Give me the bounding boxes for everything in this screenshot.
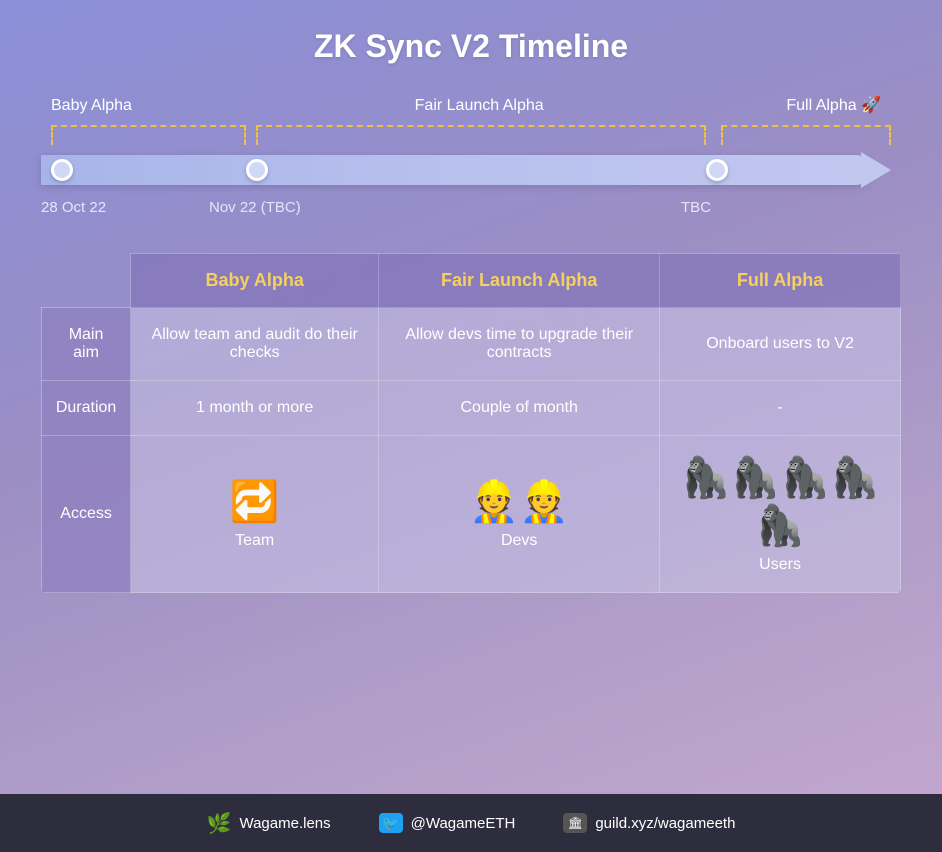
row-header-access: Access (42, 436, 131, 593)
timeline-arrow (861, 152, 891, 188)
leaf-icon: 🌿 (207, 811, 232, 836)
table-header-fair-launch: Fair Launch Alpha (379, 254, 660, 308)
page-title: ZK Sync V2 Timeline (314, 28, 628, 65)
cell-duration-full: - (660, 381, 901, 436)
bracket-2 (256, 125, 706, 145)
date-label-2: Nov 22 (TBC) (209, 199, 301, 216)
cell-duration-fair: Couple of month (379, 381, 660, 436)
cell-access-fair: 👷👷 Devs (379, 436, 660, 593)
dot-full-alpha (706, 159, 728, 181)
footer: 🌿 Wagame.lens 🐦 @WagameETH 🏛 guild.xyz/w… (0, 794, 942, 852)
footer-guild: 🏛 guild.xyz/wagameeth (563, 813, 735, 833)
table: Baby Alpha Fair Launch Alpha Full Alpha … (41, 253, 901, 593)
dot-baby-alpha (51, 159, 73, 181)
footer-wagame-lens: 🌿 Wagame.lens (207, 811, 331, 836)
table-header-row: Baby Alpha Fair Launch Alpha Full Alpha (42, 254, 901, 308)
twitter-icon: 🐦 (379, 813, 403, 833)
timeline-label-full-alpha: Full Alpha 🚀 (786, 95, 881, 115)
table-row-duration: Duration 1 month or more Couple of month… (42, 381, 901, 436)
footer-guild-text: guild.xyz/wagameeth (595, 815, 735, 832)
access-label-baby: Team (235, 532, 274, 549)
access-icon-fair: 👷👷 (391, 478, 647, 526)
cell-access-baby: 🔁 Team (131, 436, 379, 593)
footer-twitter: 🐦 @WagameETH (379, 813, 516, 833)
cell-main-aim-baby: Allow team and audit do their checks (131, 308, 379, 381)
date-label-3: TBC (681, 199, 711, 216)
dashed-brackets (41, 117, 901, 145)
date-label-1: 28 Oct 22 (41, 199, 106, 216)
cell-duration-baby: 1 month or more (131, 381, 379, 436)
bracket-3 (721, 125, 891, 145)
timeline-label-fair-launch: Fair Launch Alpha (415, 97, 544, 115)
guild-icon: 🏛 (563, 813, 587, 833)
timeline-section: Baby Alpha Fair Launch Alpha Full Alpha … (41, 95, 901, 223)
bracket-1 (51, 125, 246, 145)
access-label-fair: Devs (501, 532, 537, 549)
row-header-main-aim: Main aim (42, 308, 131, 381)
footer-twitter-text: @WagameETH (411, 815, 516, 832)
cell-main-aim-full: Onboard users to V2 (660, 308, 901, 381)
table-header-empty (42, 254, 131, 308)
dates-row: 28 Oct 22 Nov 22 (TBC) TBC (41, 199, 901, 223)
cell-main-aim-fair: Allow devs time to upgrade their contrac… (379, 308, 660, 381)
footer-wagame-lens-text: Wagame.lens (239, 815, 330, 832)
cell-access-full: 🦍🦍🦍🦍🦍 Users (660, 436, 901, 593)
table-header-baby-alpha: Baby Alpha (131, 254, 379, 308)
access-icon-full: 🦍🦍🦍🦍🦍 (672, 454, 888, 550)
access-label-full: Users (759, 556, 801, 573)
timeline-labels: Baby Alpha Fair Launch Alpha Full Alpha … (41, 95, 901, 115)
timeline-bar (41, 155, 871, 185)
timeline-label-baby-alpha: Baby Alpha (51, 97, 132, 115)
table-row-access: Access 🔁 Team 👷👷 Devs 🦍🦍🦍🦍🦍 Users (42, 436, 901, 593)
timeline-bar-row (41, 147, 901, 193)
table-row-main-aim: Main aim Allow team and audit do their c… (42, 308, 901, 381)
table-header-full-alpha: Full Alpha (660, 254, 901, 308)
comparison-table: Baby Alpha Fair Launch Alpha Full Alpha … (41, 253, 901, 593)
dot-fair-launch (246, 159, 268, 181)
access-icon-baby: 🔁 (143, 478, 366, 526)
row-header-duration: Duration (42, 381, 131, 436)
